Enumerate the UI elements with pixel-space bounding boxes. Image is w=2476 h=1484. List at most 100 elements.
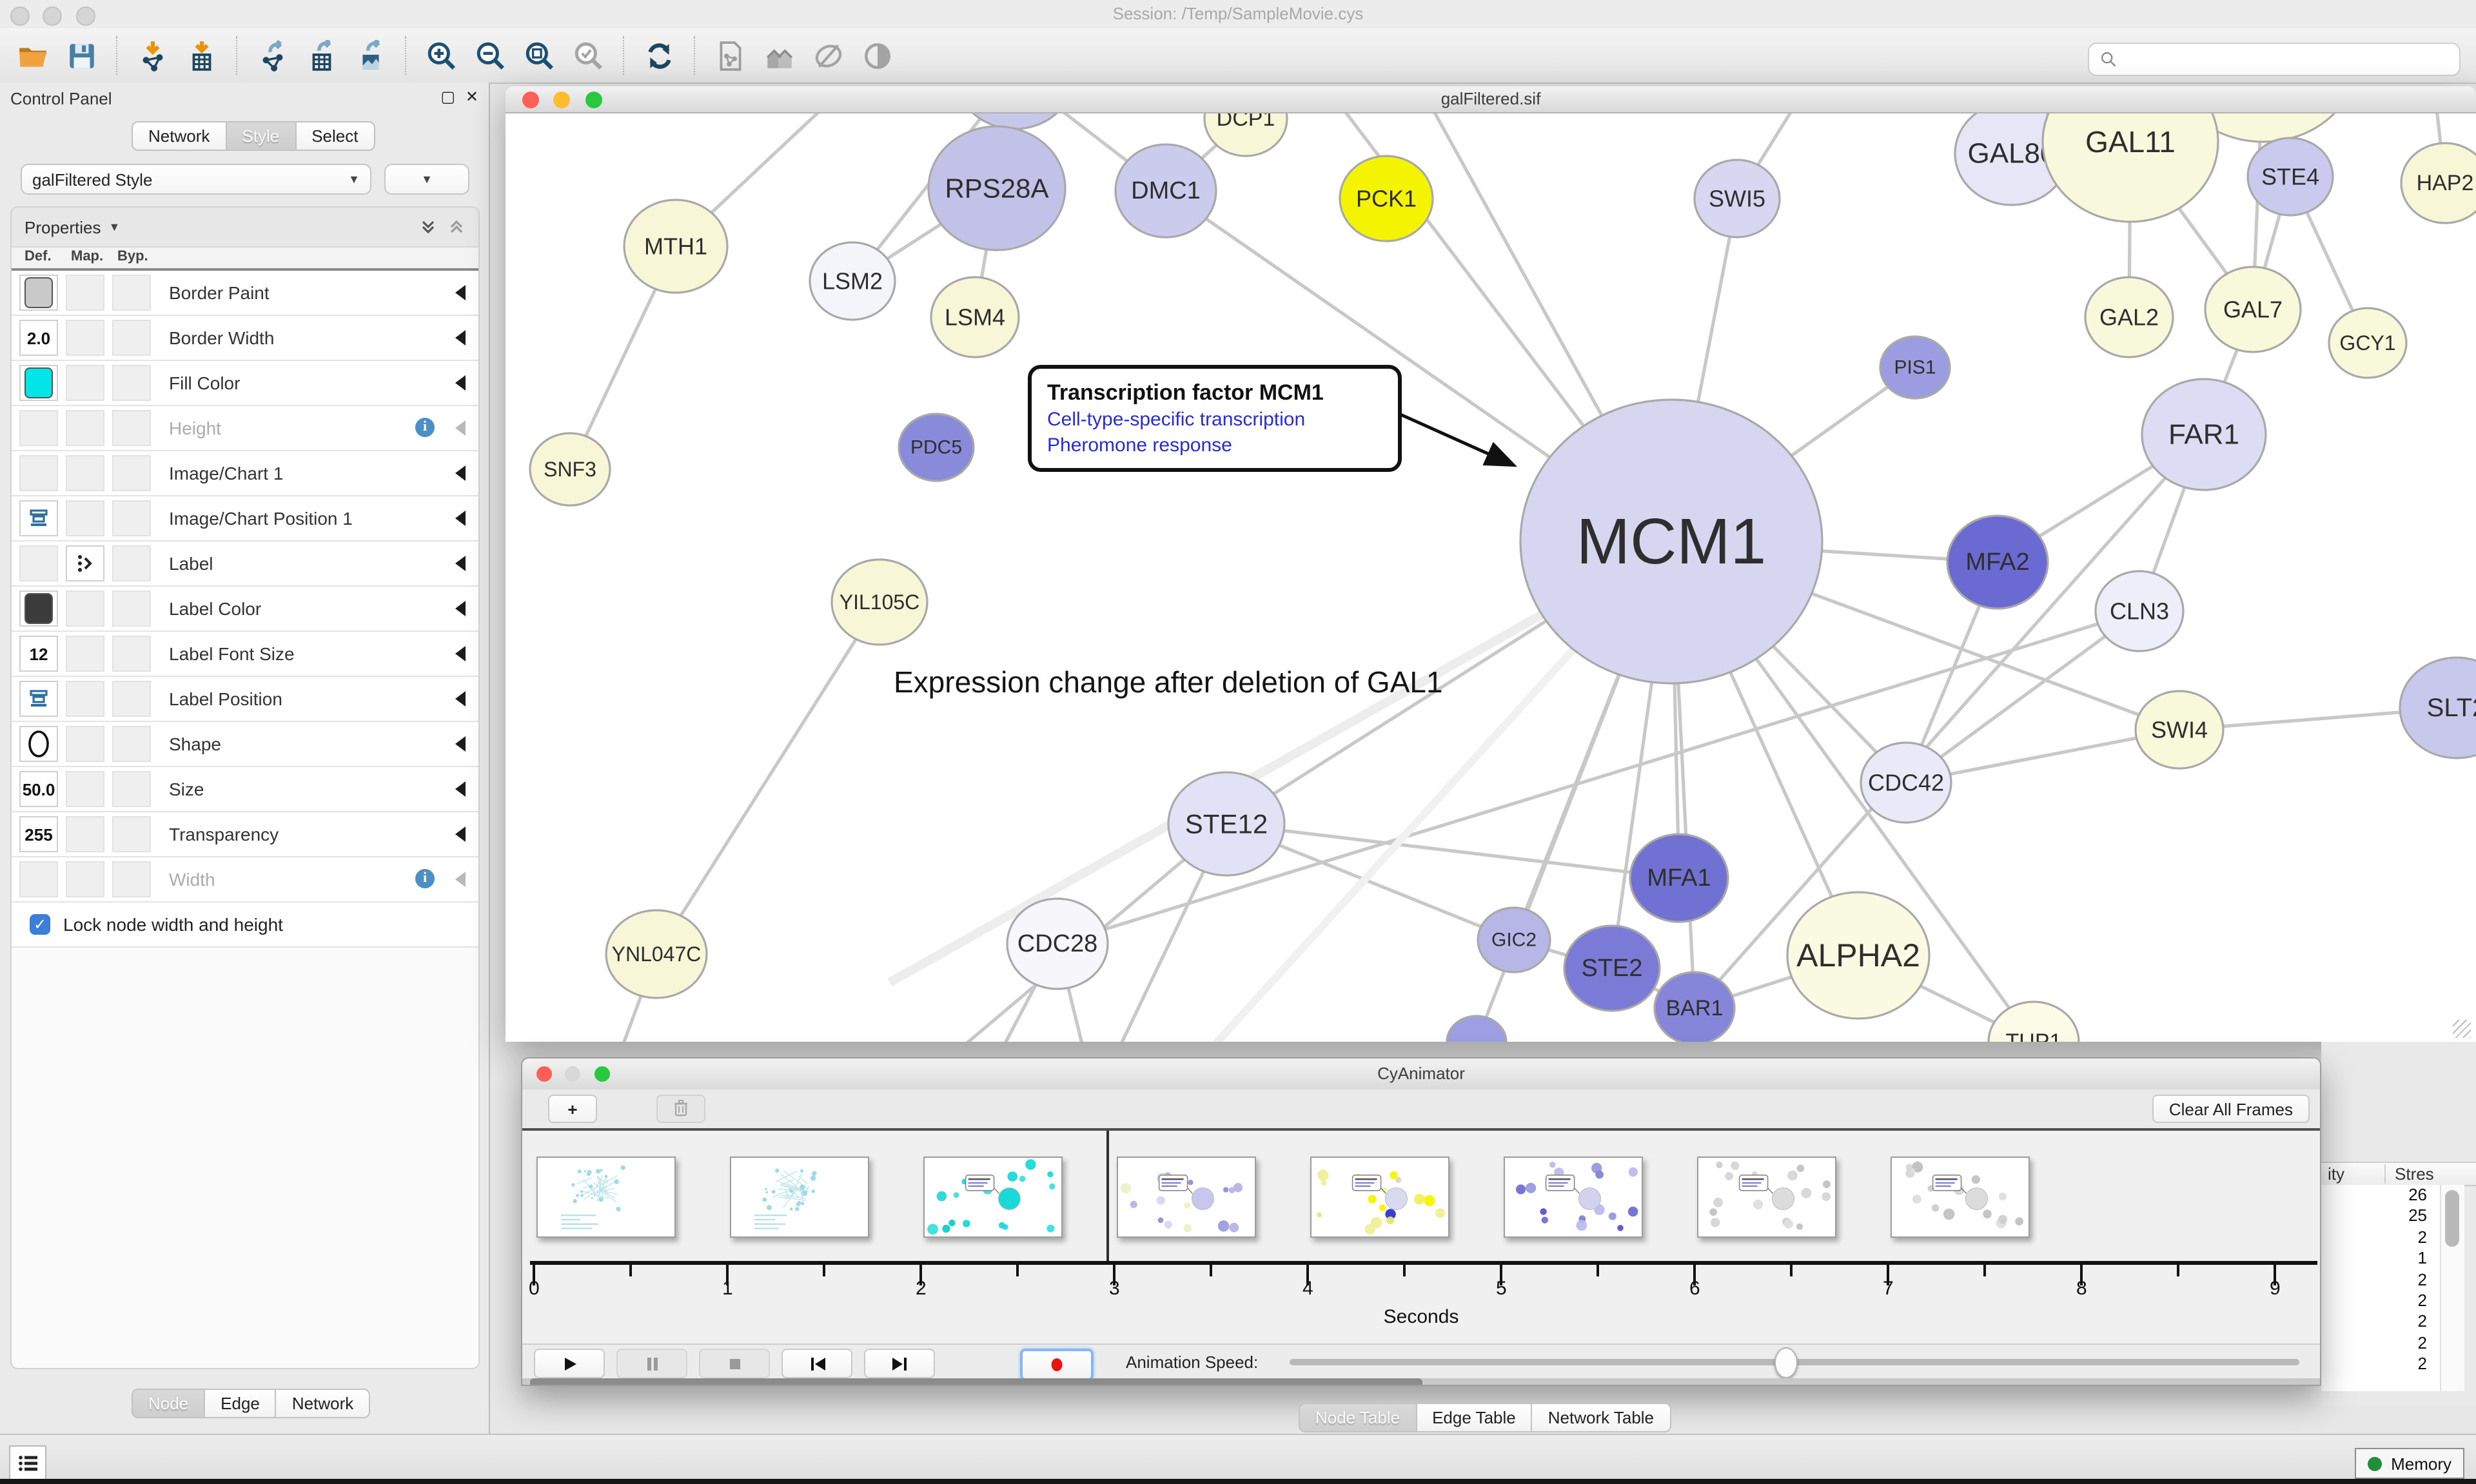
- frame-thumbnail-5s[interactable]: [1504, 1157, 1643, 1238]
- annotation-box[interactable]: Transcription factor MCM1 Cell-type-spec…: [1028, 365, 1402, 472]
- property-row-image-chart-1[interactable]: Image/Chart 1: [12, 451, 478, 496]
- expand-row-icon[interactable]: [455, 736, 466, 752]
- annotation-link-2[interactable]: Pheromone response: [1047, 433, 1382, 458]
- table-row[interactable]: 2: [2321, 1333, 2440, 1354]
- zoom-window-icon[interactable]: [594, 1066, 610, 1082]
- cyanimator-window-controls[interactable]: [536, 1065, 610, 1088]
- pause-button[interactable]: [616, 1349, 687, 1378]
- node-pck1[interactable]: PCK1: [1340, 156, 1433, 241]
- frame-thumbnail-3s[interactable]: [1117, 1157, 1256, 1238]
- network-window-controls[interactable]: [522, 92, 602, 115]
- node-ste2[interactable]: STE2: [1564, 926, 1660, 1011]
- play-button[interactable]: [534, 1349, 605, 1378]
- task-history-button[interactable]: [9, 1445, 46, 1481]
- zoom-selected-button[interactable]: [564, 34, 613, 77]
- style-options-button[interactable]: ▼: [384, 164, 469, 195]
- tab-style[interactable]: Style: [225, 121, 295, 151]
- tab-network-bottom[interactable]: Network: [275, 1389, 370, 1418]
- frame-thumbnail-2s[interactable]: [923, 1157, 1063, 1238]
- zoom-in-button[interactable]: [417, 34, 466, 77]
- property-row-transparency[interactable]: 255Transparency: [12, 812, 478, 857]
- close-panel-icon[interactable]: ✕: [466, 88, 478, 106]
- zoom-fit-button[interactable]: [515, 34, 564, 77]
- node-gic2[interactable]: GIC2: [1478, 908, 1550, 972]
- timeline-playhead[interactable]: [1106, 1131, 1108, 1261]
- delete-frame-button[interactable]: [656, 1095, 705, 1123]
- tab-node[interactable]: Node: [132, 1389, 204, 1418]
- expand-row-icon[interactable]: [455, 781, 466, 797]
- style-selector[interactable]: galFiltered Style ▼: [21, 164, 371, 195]
- zoom-window-icon[interactable]: [585, 92, 602, 108]
- lock-node-size-row[interactable]: ✓ Lock node width and height: [12, 903, 478, 948]
- table-column-stress[interactable]: Stres: [2395, 1164, 2434, 1184]
- node-mth1[interactable]: MTH1: [624, 200, 727, 293]
- refresh-view-button[interactable]: [634, 34, 683, 77]
- table-row[interactable]: 2: [2321, 1227, 2440, 1249]
- frame-thumbnail-7s[interactable]: [1891, 1157, 2030, 1238]
- expand-row-icon[interactable]: [455, 420, 466, 436]
- properties-header[interactable]: Properties ▼: [12, 208, 478, 248]
- tab-network[interactable]: Network: [132, 121, 225, 151]
- expand-row-icon[interactable]: [455, 465, 466, 481]
- frame-thumbnail-6s[interactable]: [1697, 1157, 1836, 1238]
- property-row-label[interactable]: Label: [12, 542, 478, 587]
- expand-row-icon[interactable]: [455, 691, 466, 707]
- zoom-out-button[interactable]: [466, 34, 515, 77]
- property-row-width[interactable]: Widthi: [12, 857, 478, 903]
- export-network-button[interactable]: [248, 34, 297, 77]
- node-tup1[interactable]: TUP1: [1989, 1002, 2079, 1042]
- cyanimator-titlebar[interactable]: CyAnimator: [522, 1059, 2320, 1091]
- zoom-window-icon[interactable]: [76, 6, 95, 26]
- property-row-shape[interactable]: Shape: [12, 722, 478, 767]
- save-session-button[interactable]: [57, 34, 106, 77]
- node-gal11[interactable]: GAL11: [2043, 113, 2218, 222]
- node-mcm1[interactable]: MCM1: [1520, 400, 1822, 683]
- network-caption[interactable]: Expression change after deletion of GAL1: [894, 665, 1443, 700]
- property-row-label-font-size[interactable]: 12Label Font Size: [12, 632, 478, 677]
- info-icon[interactable]: i: [415, 869, 435, 888]
- add-frame-button[interactable]: +: [548, 1095, 597, 1123]
- property-row-label-position[interactable]: Label Position: [12, 677, 478, 722]
- node-snf3[interactable]: SNF3: [530, 433, 610, 505]
- table-scrollbar[interactable]: [2440, 1185, 2464, 1391]
- table-row[interactable]: 25: [2321, 1206, 2440, 1227]
- slider-handle[interactable]: [1774, 1347, 1798, 1378]
- property-row-height[interactable]: Heighti: [12, 406, 478, 451]
- property-row-border-width[interactable]: 2.0Border Width: [12, 316, 478, 361]
- table-column-ity[interactable]: ity: [2328, 1164, 2344, 1184]
- table-header-row[interactable]: ity Stres: [2321, 1162, 2476, 1186]
- node-rps28a[interactable]: RPS28A: [928, 126, 1065, 250]
- node-yil105c[interactable]: YIL105C: [832, 560, 927, 645]
- node-far1[interactable]: FAR1: [2142, 379, 2266, 490]
- tab-edge-table[interactable]: Edge Table: [1415, 1403, 1531, 1432]
- expand-row-icon[interactable]: [455, 646, 466, 661]
- tab-select[interactable]: Select: [295, 121, 375, 151]
- skip-to-start-button[interactable]: [781, 1349, 852, 1378]
- float-panel-icon[interactable]: ▢: [440, 88, 455, 106]
- expand-row-icon[interactable]: [455, 330, 466, 346]
- show-graphics-details-button[interactable]: [852, 34, 901, 77]
- node-cdc28[interactable]: CDC28: [1007, 899, 1108, 989]
- resize-grip[interactable]: [2453, 1020, 2471, 1038]
- node-pis1[interactable]: PIS1: [1880, 337, 1950, 398]
- record-button[interactable]: [1020, 1349, 1094, 1381]
- node-lsm2[interactable]: LSM2: [810, 242, 895, 320]
- node-small[interactable]: [1447, 1016, 1506, 1042]
- property-row-label-color[interactable]: Label Color: [12, 587, 478, 632]
- expand-row-icon[interactable]: [455, 285, 466, 300]
- expand-all-icon[interactable]: [419, 218, 437, 236]
- table-row[interactable]: 2: [2321, 1269, 2440, 1291]
- table-row[interactable]: 2: [2321, 1354, 2440, 1375]
- table-row[interactable]: 26: [2321, 1185, 2440, 1206]
- node-bar1[interactable]: BAR1: [1655, 972, 1734, 1042]
- node-ste4[interactable]: STE4: [2248, 138, 2333, 215]
- expand-row-icon[interactable]: [455, 826, 466, 842]
- node-dmc1[interactable]: DMC1: [1115, 144, 1216, 237]
- clear-all-frames-button[interactable]: Clear All Frames: [2152, 1095, 2310, 1123]
- node-pdc5[interactable]: PDC5: [899, 414, 974, 481]
- minimize-window-icon[interactable]: [43, 6, 63, 26]
- info-icon[interactable]: i: [415, 418, 435, 437]
- export-table-button[interactable]: [297, 34, 346, 77]
- node-lsm4[interactable]: LSM4: [931, 277, 1019, 357]
- lock-checkbox[interactable]: ✓: [30, 914, 50, 935]
